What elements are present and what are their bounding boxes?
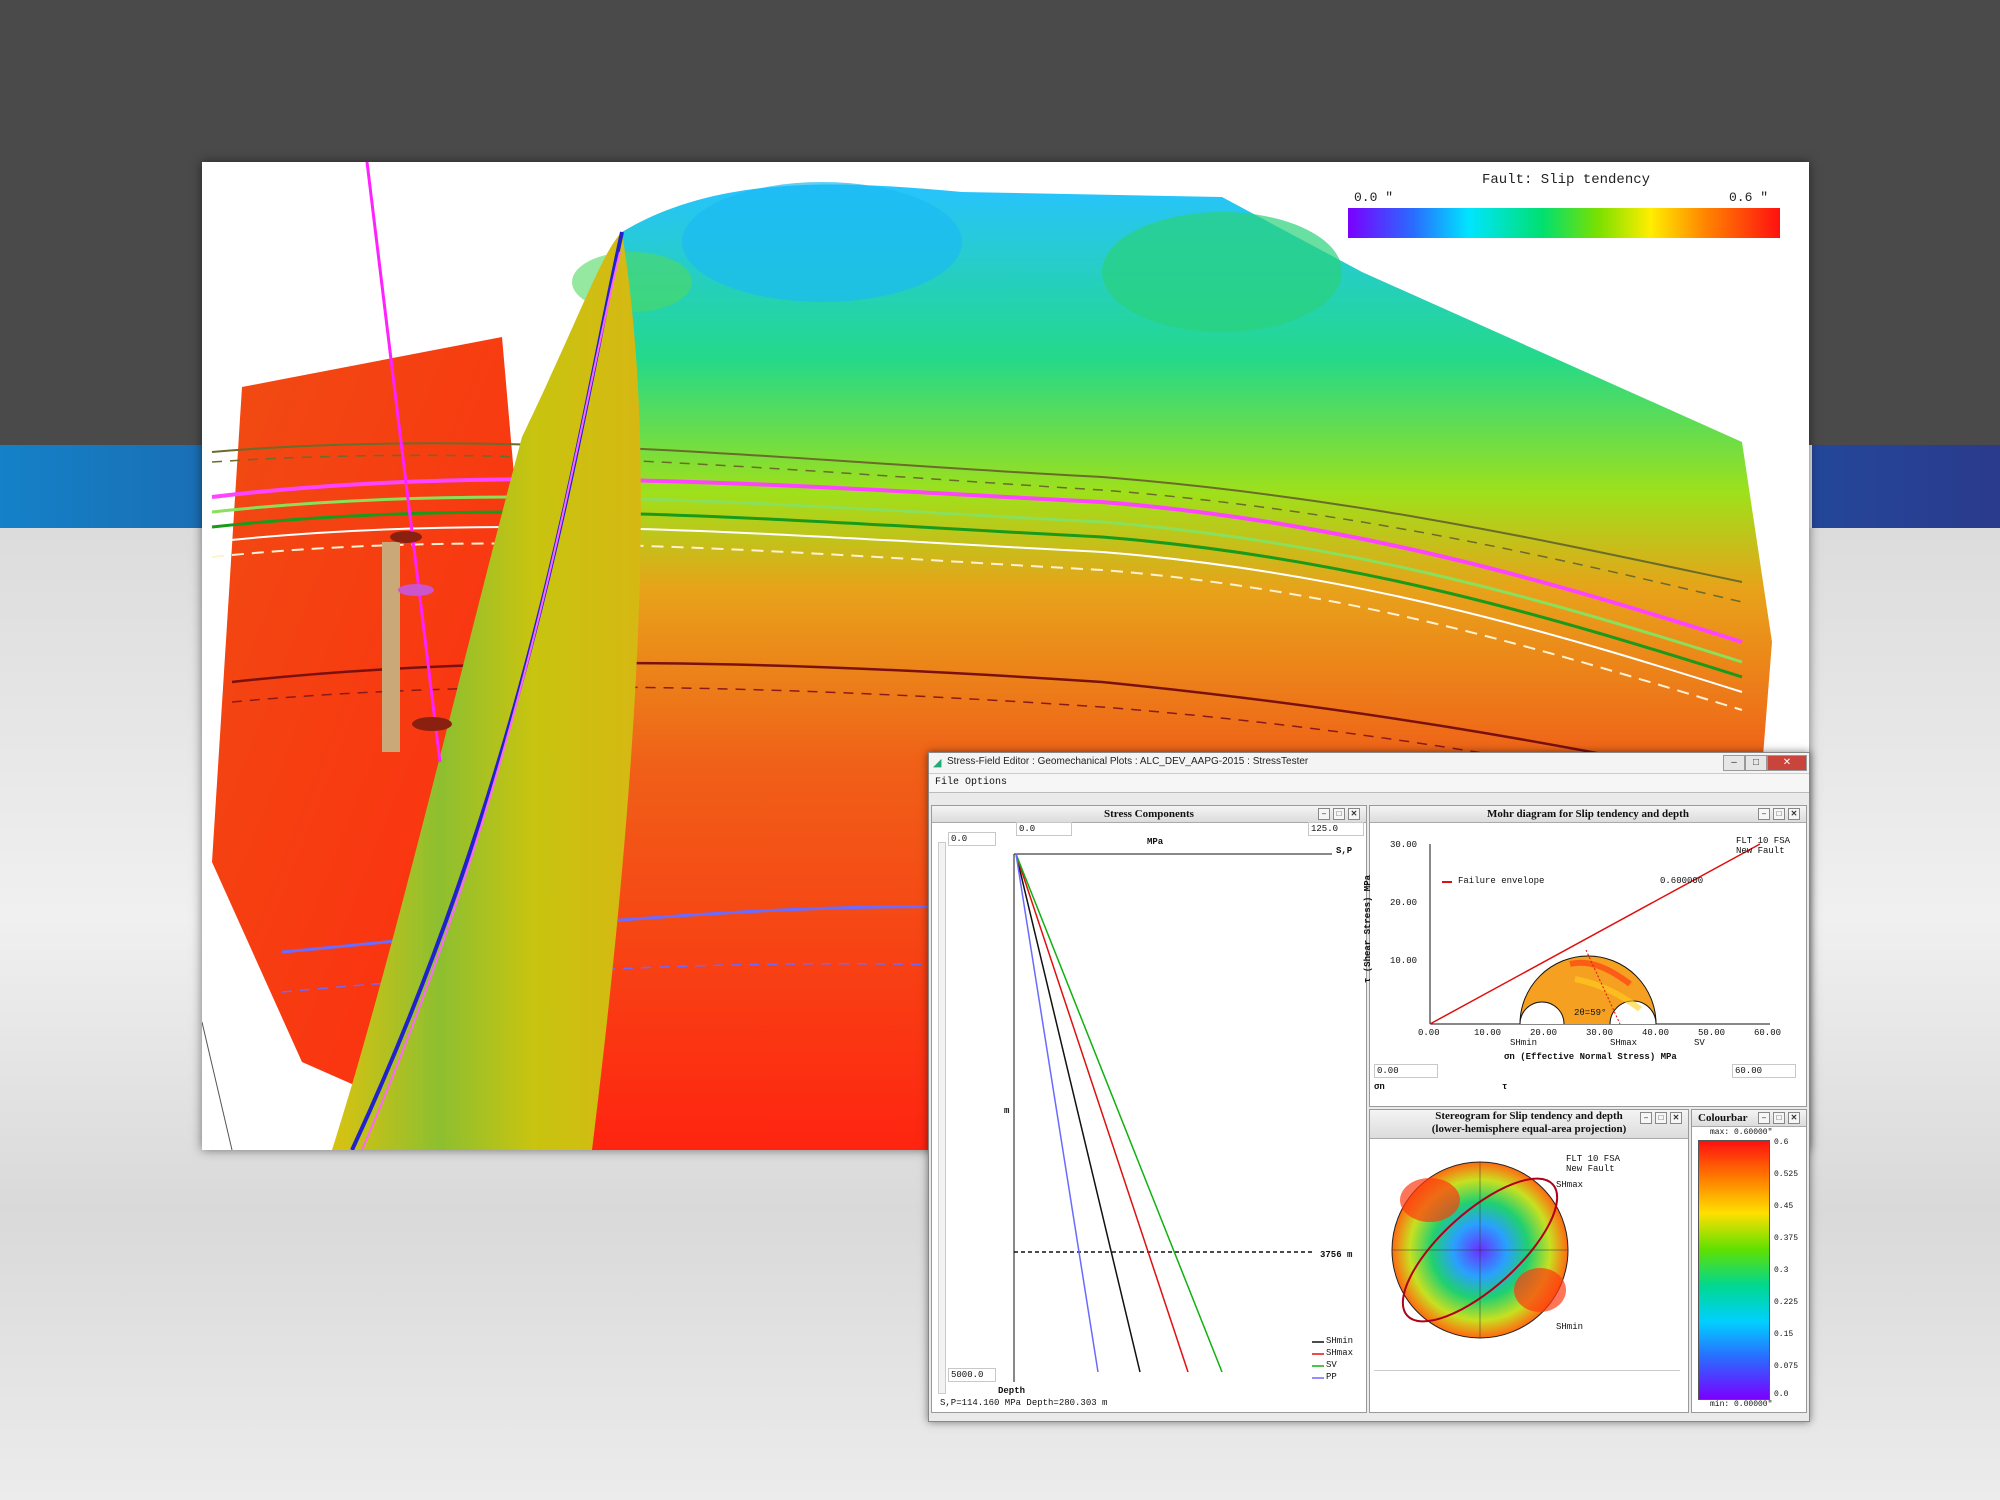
x-tick-30: 30.00 (1586, 1028, 1614, 1038)
app-icon: ◢ (933, 757, 942, 769)
stereonet[interactable] (1370, 1140, 1688, 1370)
colourbar-tick: 0.6 (1774, 1138, 1789, 1147)
fault-colorbar-title: Fault: Slip tendency (1482, 172, 1651, 188)
fault-colorbar (1348, 208, 1780, 238)
stress-depth-plot[interactable] (932, 806, 1366, 1412)
failure-envelope-label: Failure envelope (1458, 876, 1545, 886)
label-sv: SV (1694, 1038, 1705, 1048)
x-tick-40: 40.00 (1642, 1028, 1670, 1038)
sigma-min-field[interactable]: 0.00 (1374, 1064, 1438, 1078)
maximize-button[interactable]: □ (1745, 755, 1767, 771)
panel-maximize-icon[interactable]: □ (1655, 1112, 1667, 1124)
legend-sv: SV (1326, 1360, 1337, 1370)
menubar: File Options (929, 774, 1809, 793)
stereo-scroll-area[interactable] (1374, 1370, 1680, 1405)
panel-close-icon[interactable]: ✕ (1788, 1112, 1800, 1124)
stereo-label-shmax: SHmax (1556, 1180, 1584, 1190)
y-tick-20: 20.00 (1390, 898, 1418, 908)
colourbar-tick: 0.3 (1774, 1266, 1789, 1275)
colourbar-tick: 0.45 (1774, 1202, 1794, 1211)
x-tick-10: 10.00 (1474, 1028, 1502, 1038)
close-button[interactable]: ✕ (1767, 755, 1807, 771)
window-titlebar[interactable]: ◢ Stress-Field Editor : Geomechanical Pl… (929, 753, 1809, 774)
colourbar-tick: 0.525 (1774, 1170, 1799, 1179)
x-tick-50: 50.00 (1698, 1028, 1726, 1038)
sigma-max-field[interactable]: 60.00 (1732, 1064, 1796, 1078)
tau-symbol: τ (1502, 1082, 1508, 1092)
panel-minimize-icon[interactable]: – (1640, 1112, 1652, 1124)
x-tick-0: 0.00 (1418, 1028, 1440, 1038)
angle-label: 2θ=59° (1574, 1008, 1607, 1018)
minimize-button[interactable]: – (1723, 755, 1745, 771)
slide-accent-band-left (0, 445, 202, 528)
window-title: Stress-Field Editor : Geomechanical Plot… (947, 756, 1309, 767)
fault-colorbar-min: 0.0 " (1354, 190, 1394, 205)
y-axis-label: τ (Shear Stress) MPa (1363, 874, 1374, 984)
mohr-legend-flt: FLT 10 FSA (1736, 836, 1791, 846)
mohr-legend-newfault: New Fault (1736, 846, 1785, 856)
colourbar-max-label: max: 0.60000" (1710, 1128, 1773, 1137)
x-tick-60: 60.00 (1754, 1028, 1782, 1038)
mohr-panel-title: Mohr diagram for Slip tendency and depth… (1370, 806, 1806, 823)
colourbar-tick: 0.0 (1774, 1390, 1789, 1399)
stereogram-panel: Stereogram for Slip tendency and depth (… (1369, 1109, 1689, 1413)
y-tick-30: 30.00 (1390, 840, 1418, 850)
x-tick-20: 20.00 (1530, 1028, 1558, 1038)
colourbar-panel: Colourbar – □ ✕ max: 0.60000" 0.6 0.525 … (1691, 1109, 1807, 1413)
failure-envelope-value: 0.600000 (1660, 876, 1704, 886)
menu-options[interactable]: Options (965, 777, 1007, 788)
colourbar-min-label: min: 0.00000" (1710, 1400, 1773, 1409)
x-axis-label: σn (Effective Normal Stress) MPa (1504, 1052, 1677, 1062)
stress-components-panel: Stress Components – □ ✕ 0.0 0.0 125.0 MP… (931, 805, 1367, 1413)
colourbar-gradient (1698, 1140, 1770, 1400)
panel-minimize-icon[interactable]: – (1758, 1112, 1770, 1124)
colourbar-tick: 0.15 (1774, 1330, 1794, 1339)
slide-accent-band-right (1812, 445, 2000, 528)
legend-pp: PP (1326, 1372, 1337, 1382)
fault-colorbar-max: 0.6 " (1729, 190, 1769, 205)
y-tick-10: 10.00 (1390, 956, 1418, 966)
colourbar-panel-title: Colourbar – □ ✕ (1692, 1110, 1806, 1127)
menu-file[interactable]: File (935, 777, 959, 788)
stereo-legend-newfault: New Fault (1566, 1164, 1615, 1174)
stereo-panel-title: Stereogram for Slip tendency and depth (… (1370, 1110, 1688, 1139)
panel-maximize-icon[interactable]: □ (1773, 1112, 1785, 1124)
stereo-legend-flt: FLT 10 FSA (1566, 1154, 1621, 1164)
colourbar-tick: 0.375 (1774, 1234, 1799, 1243)
sigma-symbol: σn (1374, 1082, 1385, 1092)
panel-close-icon[interactable]: ✕ (1788, 808, 1800, 820)
panel-maximize-icon[interactable]: □ (1773, 808, 1785, 820)
colourbar-tick: 0.225 (1774, 1298, 1799, 1307)
label-shmax: SHmax (1610, 1038, 1638, 1048)
stereo-label-shmin: SHmin (1556, 1322, 1584, 1332)
legend-shmax: SHmax (1326, 1348, 1354, 1358)
label-shmin: SHmin (1510, 1038, 1538, 1048)
legend-shmin: SHmin (1326, 1336, 1354, 1346)
colourbar-tick: 0.075 (1774, 1362, 1799, 1371)
panel-close-icon[interactable]: ✕ (1670, 1112, 1682, 1124)
stress-field-editor-window[interactable]: ◢ Stress-Field Editor : Geomechanical Pl… (928, 752, 1810, 1422)
panel-minimize-icon[interactable]: – (1758, 808, 1770, 820)
mohr-diagram-panel: Mohr diagram for Slip tendency and depth… (1363, 805, 1807, 1107)
